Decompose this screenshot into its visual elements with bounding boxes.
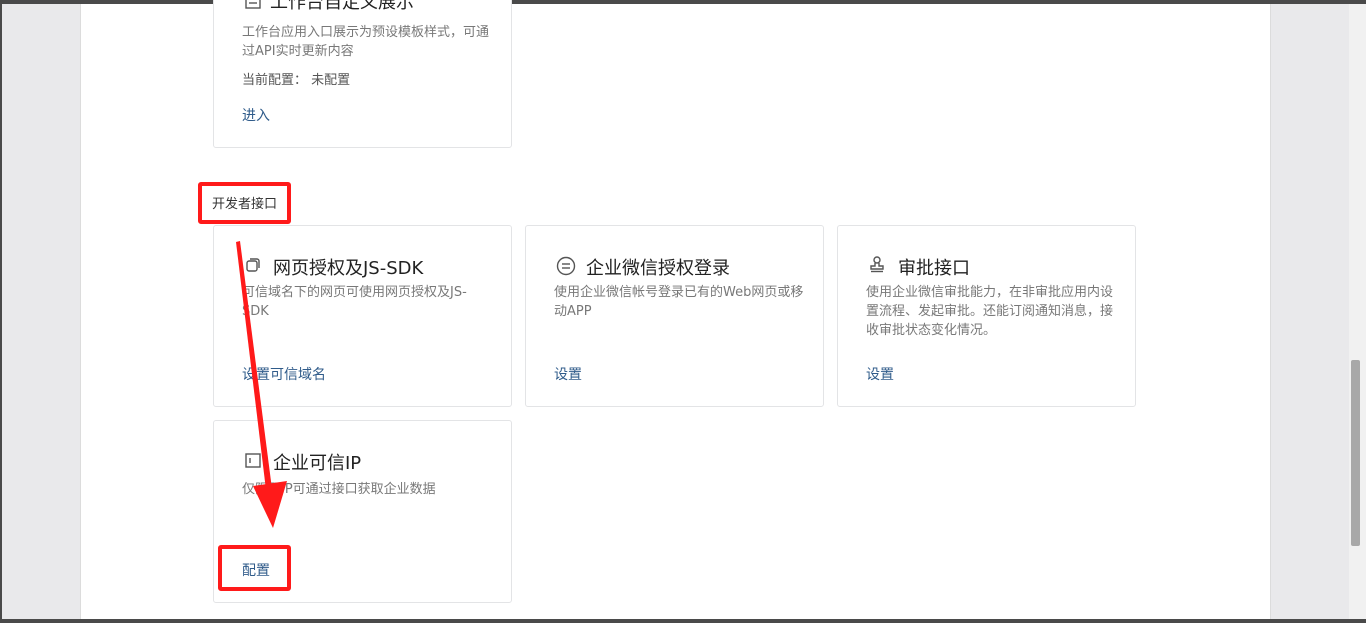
workbench-card-title: 工作台自定义展示 [270, 0, 414, 13]
workbench-custom-card: 工作台自定义展示 工作台应用入口展示为预设模板样式，可通过API实时更新内容 当… [213, 0, 512, 148]
refresh-square-icon [244, 256, 262, 274]
set-trusted-domain-link[interactable]: 设置可信域名 [242, 364, 326, 384]
section-title-highlight [198, 182, 291, 224]
window-frame-left [0, 0, 2, 623]
enter-link[interactable]: 进入 [242, 105, 270, 125]
card-title: 审批接口 [898, 258, 970, 279]
workbench-card-desc: 工作台应用入口展示为预设模板样式，可通过API实时更新内容 [242, 25, 490, 59]
vertical-scrollbar-thumb[interactable] [1351, 360, 1360, 546]
card-desc: 仅限配IP可通过接口获取企业数据 [242, 482, 436, 497]
window-frame-bottom [0, 619, 1366, 623]
card-title: 网页授权及JS-SDK [273, 258, 424, 279]
layout-icon [244, 0, 262, 10]
wecom-login-settings-link[interactable]: 设置 [554, 364, 582, 384]
approval-api-card: 审批接口 使用企业微信审批能力，在非审批应用内设置流程、发起审批。还能订阅通知消… [837, 225, 1136, 407]
card-desc: 使用企业微信帐号登录已有的Web网页或移动APP [554, 285, 804, 319]
config-value: 未配置 [311, 73, 351, 88]
equal-circle-icon [556, 256, 576, 276]
card-title: 企业微信授权登录 [586, 258, 730, 279]
config-label: 当前配置： [242, 73, 308, 88]
stamp-icon [868, 255, 886, 273]
card-desc: 使用企业微信审批能力，在非审批应用内设置流程、发起审批。还能订阅通知消息，接收审… [866, 285, 1114, 338]
card-title: 企业可信IP [273, 453, 362, 474]
approval-settings-link[interactable]: 设置 [866, 364, 894, 384]
web-auth-jssdk-card: 网页授权及JS-SDK 可信域名下的网页可使用网页授权及JS-SDK 设置可信域… [213, 225, 512, 407]
wecom-auth-login-card: 企业微信授权登录 使用企业微信帐号登录已有的Web网页或移动APP 设置 [525, 225, 824, 407]
configure-link-highlight [218, 545, 291, 591]
workbench-config-status: 当前配置： 未配置 [242, 69, 350, 88]
document-icon [244, 451, 262, 469]
card-desc: 可信域名下的网页可使用网页授权及JS-SDK [242, 285, 467, 319]
